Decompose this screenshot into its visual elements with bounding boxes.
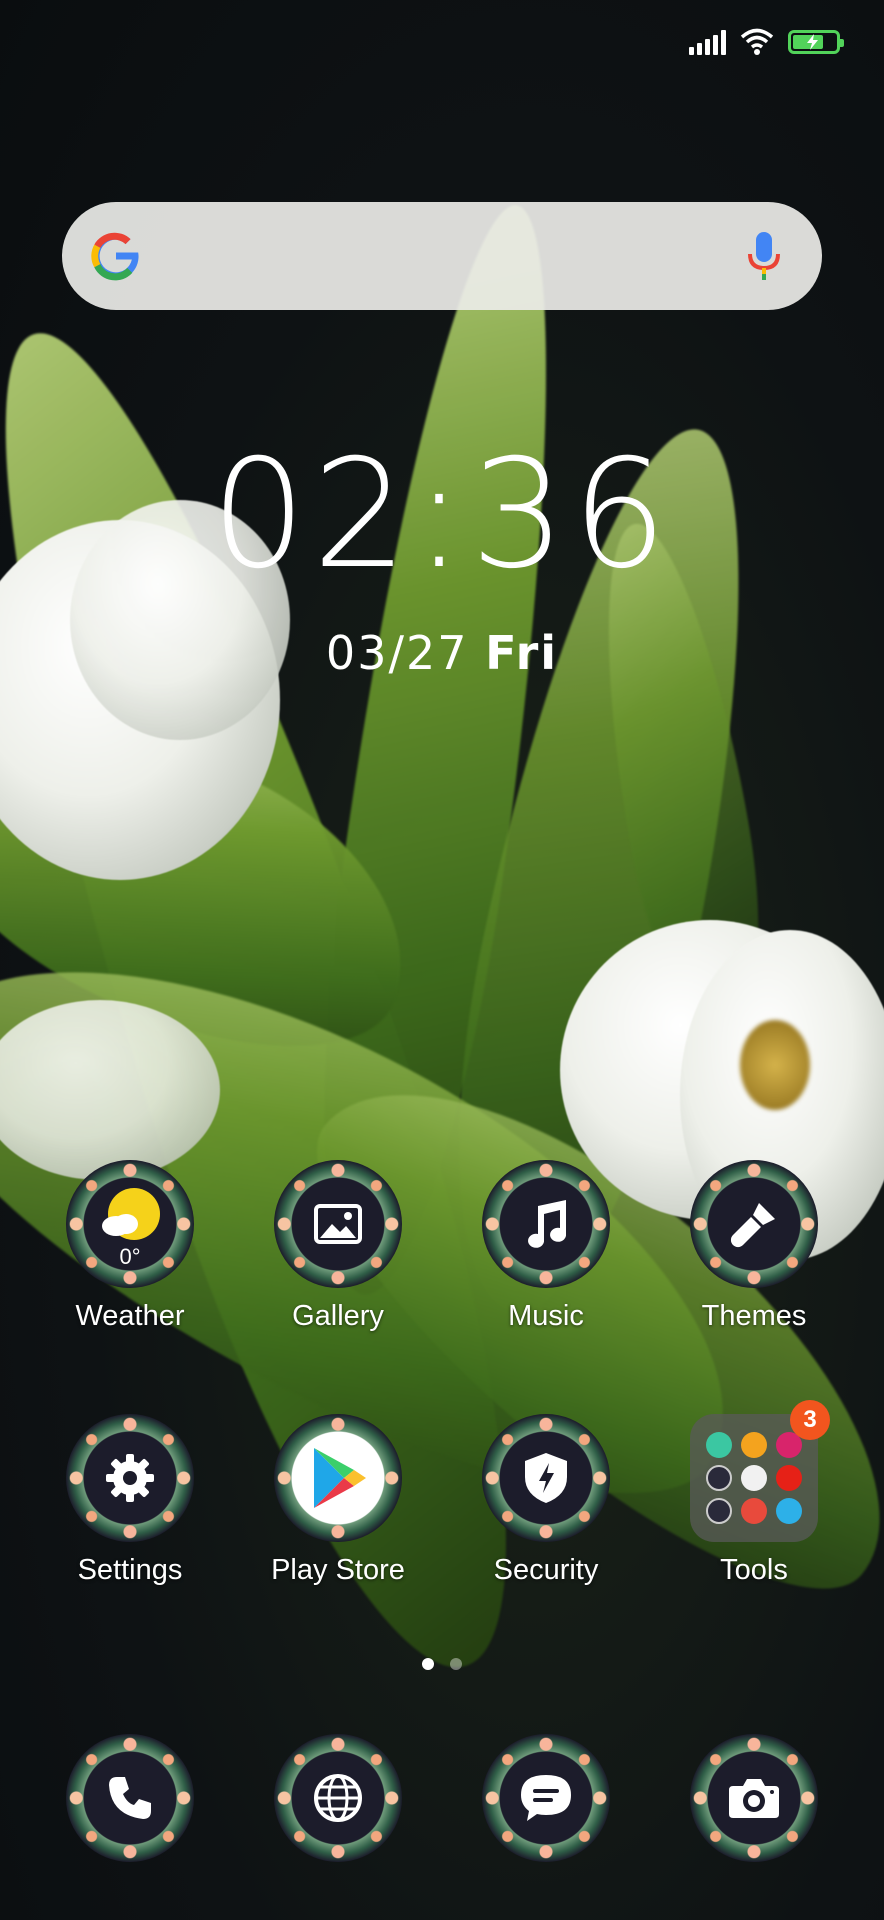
app-settings[interactable]: Settings xyxy=(40,1414,220,1587)
app-themes[interactable]: Themes xyxy=(664,1160,844,1333)
gallery-icon xyxy=(274,1160,402,1288)
app-label: Gallery xyxy=(292,1300,384,1332)
gear-icon xyxy=(66,1414,194,1542)
dock-camera[interactable] xyxy=(664,1734,844,1862)
app-gallery[interactable]: Gallery xyxy=(248,1160,428,1333)
page-indicator[interactable] xyxy=(0,1658,884,1670)
paintbrush-icon xyxy=(690,1160,818,1288)
dock-browser[interactable] xyxy=(248,1734,428,1862)
wifi-icon xyxy=(740,28,774,55)
weather-temp: 0° xyxy=(119,1244,141,1269)
app-label: Tools xyxy=(720,1554,788,1586)
page-dot-active[interactable] xyxy=(422,1658,434,1670)
day-text: Fri xyxy=(485,626,559,680)
date-text: 03/27 xyxy=(325,626,469,680)
weather-sunny-icon: 0° xyxy=(66,1160,194,1288)
app-label: Settings xyxy=(77,1554,183,1586)
notification-badge: 3 xyxy=(790,1400,830,1440)
app-label: Music xyxy=(508,1300,584,1332)
google-logo-icon xyxy=(91,232,139,281)
play-store-icon xyxy=(274,1414,402,1542)
clock-date[interactable]: 03/27 Fri xyxy=(0,626,884,680)
dock-messages[interactable] xyxy=(456,1734,636,1862)
music-note-icon xyxy=(482,1160,610,1288)
shield-icon xyxy=(482,1414,610,1542)
page-dot[interactable] xyxy=(450,1658,462,1670)
messages-icon xyxy=(482,1734,610,1862)
battery-charging-icon xyxy=(788,30,844,54)
clock-time[interactable]: 02:36 xyxy=(0,440,884,590)
google-search-bar[interactable] xyxy=(62,202,822,310)
app-label: Play Store xyxy=(271,1554,405,1586)
browser-globe-icon xyxy=(274,1734,402,1862)
camera-icon xyxy=(690,1734,818,1862)
app-label: Weather xyxy=(75,1300,185,1332)
app-play-store[interactable]: Play Store xyxy=(248,1414,428,1587)
mic-icon[interactable] xyxy=(746,230,782,282)
phone-icon xyxy=(66,1734,194,1862)
app-label: Themes xyxy=(701,1300,807,1332)
signal-icon xyxy=(689,29,726,55)
app-label: Security xyxy=(493,1554,599,1586)
app-weather[interactable]: 0° Weather xyxy=(40,1160,220,1333)
status-bar xyxy=(689,22,844,62)
dock-phone[interactable] xyxy=(40,1734,220,1862)
app-folder-tools[interactable]: 3 Tools xyxy=(664,1400,844,1587)
app-music[interactable]: Music xyxy=(456,1160,636,1333)
app-security[interactable]: Security xyxy=(456,1414,636,1587)
